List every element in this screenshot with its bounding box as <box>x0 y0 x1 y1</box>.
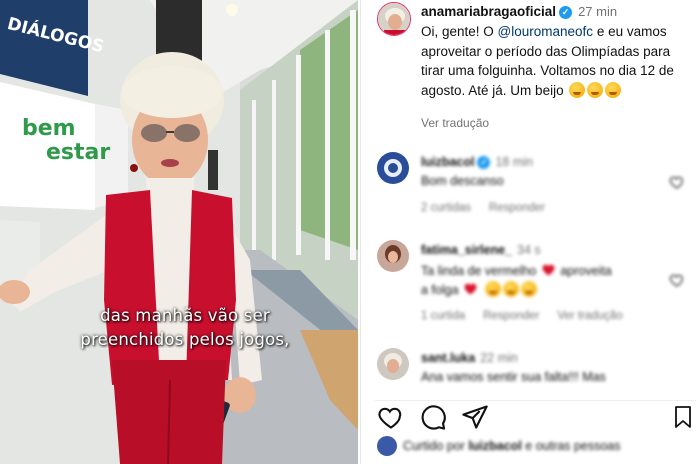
author-username-row: anamariabragaoficial ✓ 27 min <box>421 4 617 19</box>
bookmark-icon[interactable] <box>671 403 695 431</box>
liked-by-prefix: Curtido por <box>403 439 469 453</box>
verified-icon: ✓ <box>559 6 573 19</box>
heart-icon[interactable] <box>669 174 685 190</box>
heart-icon[interactable] <box>377 403 405 431</box>
comment-time: 18 min <box>495 155 534 169</box>
comment-text-part: a folga <box>421 283 459 297</box>
comment-username[interactable]: fatima_sirlene_ <box>421 243 512 257</box>
sign-estar-text: estar <box>46 140 111 165</box>
kiss-emoji-icon <box>569 81 586 98</box>
kiss-emoji-icon <box>605 81 622 98</box>
heart-icon[interactable] <box>669 272 685 288</box>
liked-by-avatar <box>377 436 397 456</box>
post-time: 27 min <box>578 4 618 19</box>
comment-avatar[interactable] <box>377 348 409 380</box>
comment-text: Bom descanso <box>421 174 504 188</box>
author-username[interactable]: anamariabragaoficial <box>421 4 556 19</box>
video-scene <box>0 0 358 464</box>
liked-by-user[interactable]: luizbacol <box>468 439 521 453</box>
comment-username[interactable]: sant.luka <box>421 351 475 365</box>
post-panel: anamariabragaoficial ✓ 27 min Oi, gente! O… <box>360 0 696 464</box>
comment-text: Ta linda de vermelho aproveita a folga <box>421 262 661 300</box>
reply-button[interactable]: Responder <box>489 202 545 214</box>
comment-likes[interactable]: 1 curtida <box>421 310 465 322</box>
comment-likes[interactable]: 2 curtidas <box>421 202 471 214</box>
comment-avatar[interactable] <box>377 152 409 184</box>
sign-bem-text: bem <box>22 116 76 141</box>
share-icon[interactable] <box>461 403 489 431</box>
comment-item: fatima_sirlene_ 34 s Ta linda de vermelho… <box>377 238 693 324</box>
post-action-bar <box>375 400 696 430</box>
caption-mention-link[interactable]: @louromaneofc <box>498 24 594 39</box>
author-avatar[interactable] <box>377 2 411 36</box>
comment-item: sant.luka 22 min Ana vamos sentir sua fal… <box>377 346 693 388</box>
comment-text-part: aproveita <box>560 264 612 278</box>
see-translation-link[interactable]: Ver tradução <box>421 116 489 130</box>
comment-item: luizbacol ✓ 18 min Bom descanso 2 curtidas… <box>377 150 693 220</box>
comment-username-row: luizbacol ✓ 18 min <box>421 155 533 169</box>
liked-by-suffix: e outras pessoas <box>521 439 621 453</box>
kiss-emoji-icon <box>587 81 604 98</box>
comment-time: 34 s <box>517 243 541 257</box>
see-translation-link[interactable]: Ver tradução <box>557 310 622 322</box>
comment-username[interactable]: luizbacol <box>421 155 474 169</box>
smile-emoji-icon <box>502 281 519 297</box>
comment-text: Ana vamos sentir sua falta!!! Mas <box>421 370 606 384</box>
smile-emoji-icon <box>520 281 537 297</box>
comment-avatar[interactable] <box>377 240 409 272</box>
video-frame[interactable]: DIÁLOGOS bem estar das manhãs vão ser pr… <box>0 0 358 464</box>
reply-button[interactable]: Responder <box>483 310 539 322</box>
comment-icon[interactable] <box>419 403 447 431</box>
post-caption: Oi, gente! O @louromaneofc e eu vamos ap… <box>421 22 693 100</box>
video-caption-line1: das manhãs vão ser <box>100 306 270 325</box>
video-caption-line2: preenchidos pelos jogos, <box>80 330 290 349</box>
comment-text-part: Ta linda de vermelho <box>421 264 537 278</box>
smile-emoji-icon <box>484 281 501 297</box>
comment-meta: 1 curtida Responder Ver tradução <box>421 310 641 322</box>
comment-username-row: sant.luka 22 min <box>421 351 518 365</box>
comment-username-row: fatima_sirlene_ 34 s <box>421 243 541 257</box>
caption-text-start: Oi, gente! O <box>421 24 498 39</box>
comment-time: 22 min <box>480 351 518 365</box>
verified-icon: ✓ <box>477 156 491 169</box>
red-heart-emoji-icon <box>464 283 477 295</box>
comment-meta: 2 curtidas Responder <box>421 202 563 214</box>
red-heart-emoji-icon <box>542 264 555 276</box>
